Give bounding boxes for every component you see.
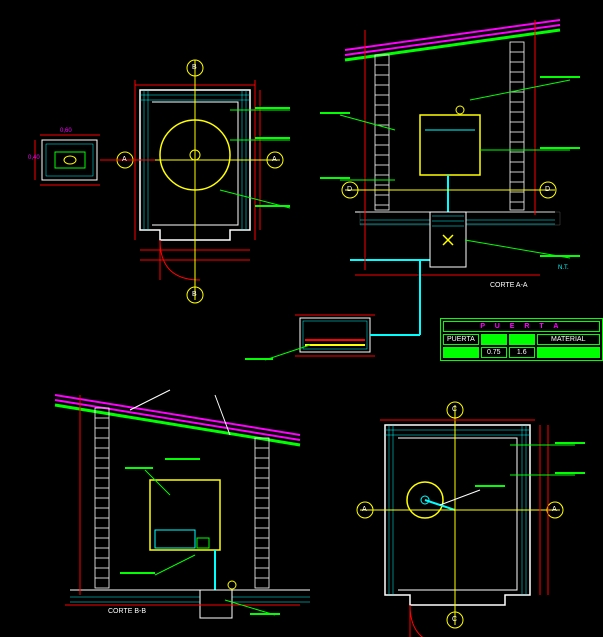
th-w <box>481 334 507 345</box>
dim-2: 0,60 <box>60 128 72 134</box>
table-heading: P U E R T A <box>443 321 600 332</box>
mark-d-l: D <box>347 186 352 193</box>
mark-a-right: A <box>272 156 277 163</box>
mark-b-top: B <box>192 64 197 71</box>
view-top-right-section <box>320 20 580 275</box>
view-valve-detail-left <box>35 135 155 185</box>
mark-a-r2: A <box>552 506 557 513</box>
td-h: 1.6 <box>509 347 535 358</box>
mark-a-l2: A <box>362 506 367 513</box>
corte-a-label: CORTE A-A <box>490 282 528 289</box>
mark-c-b: C <box>452 616 457 623</box>
view-top-left-plan <box>117 60 290 303</box>
td-w: 0.75 <box>481 347 507 358</box>
th-material: MATERIAL <box>537 334 600 345</box>
cad-drawing-canvas: CORTE A-A CORTE B-B N.T. 0,40 0,60 B A A… <box>0 0 603 637</box>
td-mat <box>537 347 600 358</box>
corte-b-label: CORTE B-B <box>108 608 146 615</box>
door-schedule-table: P U E R T A PUERTA MATERIAL 0.75 1.6 <box>440 318 603 361</box>
grade-label: N.T. <box>558 265 569 271</box>
th-puerta: PUERTA <box>443 334 479 345</box>
view-bottom-right-plan <box>357 402 585 637</box>
mark-c-t: C <box>452 406 457 413</box>
mark-d-r: D <box>545 186 550 193</box>
view-bottom-left-section <box>55 390 310 618</box>
mark-a-left: A <box>122 156 127 163</box>
mark-b-bot: B <box>192 291 197 298</box>
dim-1: 0,40 <box>28 155 40 161</box>
th-h <box>509 334 535 345</box>
td-p <box>443 347 479 358</box>
